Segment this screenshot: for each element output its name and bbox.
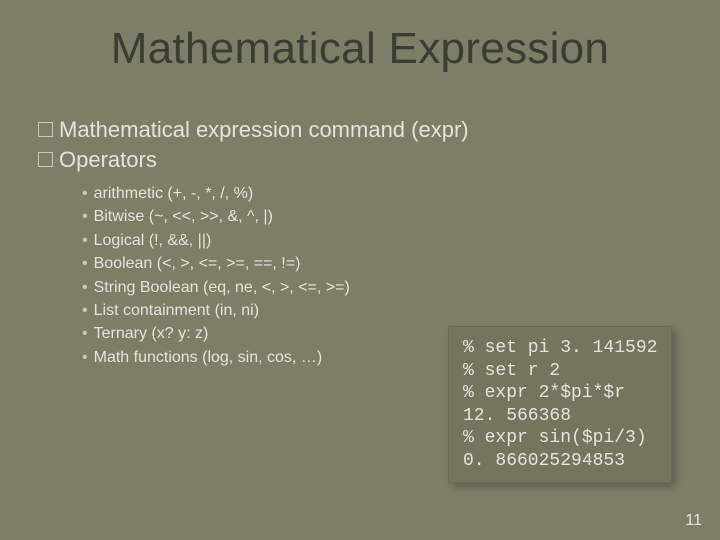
bullet-dot-icon: • (82, 302, 88, 319)
bullet-expr-command: Mathematical expression command (expr) (38, 116, 690, 144)
bullet-dot-icon: • (82, 349, 88, 366)
bullet-dot-icon: • (82, 185, 88, 202)
list-item: • arithmetic (+, -, *, /, %) (82, 183, 690, 205)
bullet-dot-icon: • (82, 255, 88, 272)
bullet-text: Operators (59, 147, 157, 172)
list-item: • Logical (!, &&, ||) (82, 230, 690, 252)
sub-text: Bitwise (~, <<, >>, &, ^, |) (94, 208, 273, 225)
list-item: • Bitwise (~, <<, >>, &, ^, |) (82, 206, 690, 228)
bullet-operators: Operators (38, 146, 690, 174)
code-example-box: % set pi 3. 141592 % set r 2 % expr 2*$p… (448, 326, 672, 483)
sub-text: arithmetic (+, -, *, /, %) (94, 185, 254, 202)
code-line: % set r 2 (463, 361, 560, 381)
code-line: 0. 866025294853 (463, 451, 625, 471)
sub-text: Math functions (log, sin, cos, …) (94, 349, 323, 366)
sub-text: String Boolean (eq, ne, <, >, <=, >=) (94, 279, 350, 296)
bullet-dot-icon: • (82, 232, 88, 249)
bullet-dot-icon: • (82, 208, 88, 225)
checkbox-icon (38, 152, 53, 167)
list-item: • String Boolean (eq, ne, <, >, <=, >=) (82, 277, 690, 299)
checkbox-icon (38, 122, 53, 137)
bullet-dot-icon: • (82, 325, 88, 342)
code-line: % expr sin($pi/3) (463, 428, 647, 448)
code-line: % set pi 3. 141592 (463, 338, 657, 358)
page-number: 11 (685, 512, 702, 530)
sub-text: Ternary (x? y: z) (94, 325, 209, 342)
list-item: • List containment (in, ni) (82, 300, 690, 322)
sub-text: Boolean (<, >, <=, >=, ==, !=) (94, 255, 301, 272)
slide-title: Mathematical Expression (0, 24, 720, 74)
list-item: • Boolean (<, >, <=, >=, ==, !=) (82, 253, 690, 275)
code-line: % expr 2*$pi*$r (463, 383, 625, 403)
slide: Mathematical Expression Mathematical exp… (0, 0, 720, 540)
bullet-text: Mathematical expression command (expr) (59, 117, 469, 142)
sub-text: Logical (!, &&, ||) (94, 232, 212, 249)
bullet-dot-icon: • (82, 279, 88, 296)
code-line: 12. 566368 (463, 406, 571, 426)
sub-text: List containment (in, ni) (94, 302, 259, 319)
